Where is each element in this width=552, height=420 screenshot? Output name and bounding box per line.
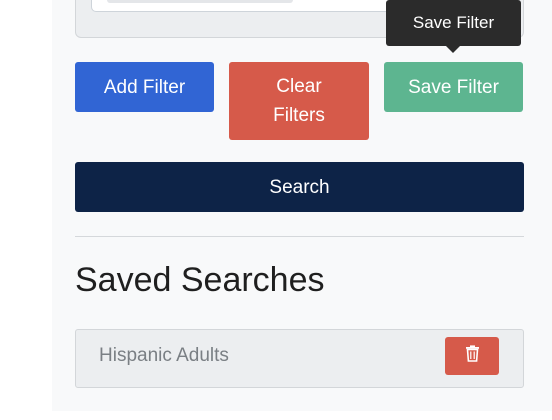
save-filter-tooltip: Save Filter xyxy=(386,0,521,46)
add-filter-button[interactable]: Add Filter xyxy=(75,62,214,112)
tooltip-arrow xyxy=(446,46,460,53)
delete-saved-search-button[interactable] xyxy=(445,337,499,375)
save-filter-button[interactable]: Save Filter xyxy=(384,62,523,112)
saved-searches-title: Saved Searches xyxy=(75,261,325,299)
filter-input-value xyxy=(107,0,293,3)
clear-filters-button[interactable]: Clear Filters xyxy=(229,62,369,140)
divider xyxy=(75,236,524,237)
trash-icon xyxy=(465,345,480,367)
search-button[interactable]: Search xyxy=(75,162,524,212)
saved-search-label[interactable]: Hispanic Adults xyxy=(99,343,229,369)
